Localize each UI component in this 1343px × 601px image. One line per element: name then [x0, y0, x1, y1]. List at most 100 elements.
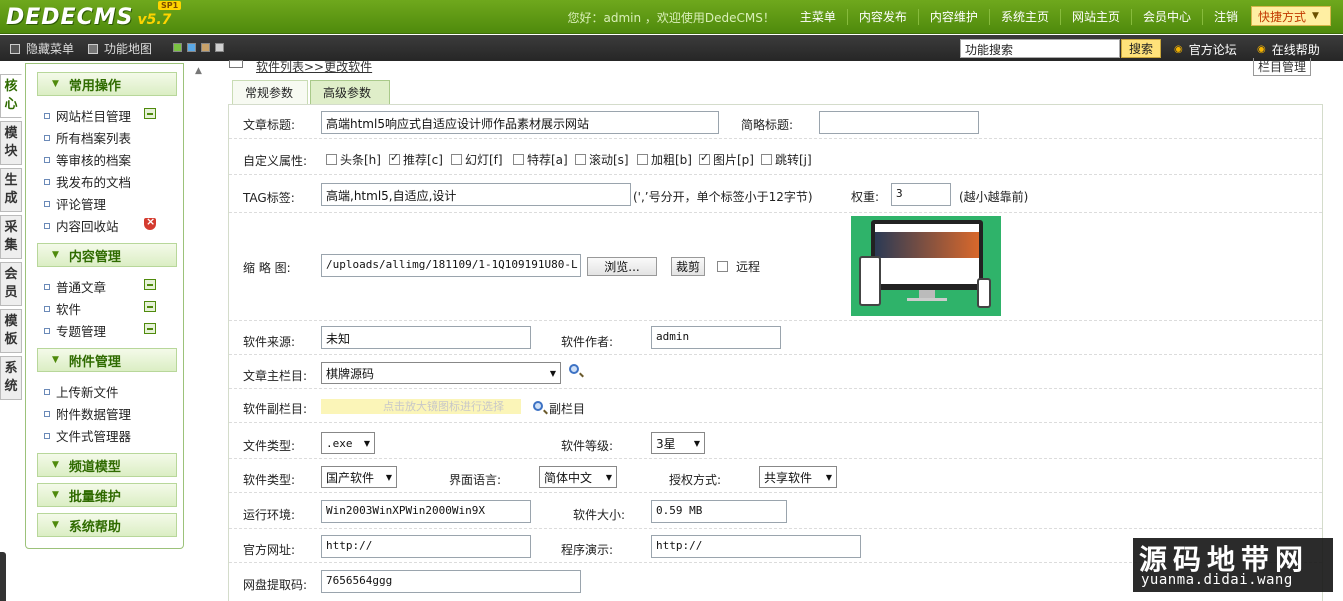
- clear-recycle-icon[interactable]: [144, 215, 156, 230]
- tab-advanced[interactable]: 高级参数: [310, 80, 390, 104]
- sidebar-item-topic[interactable]: 专题管理: [44, 321, 106, 340]
- theme-swatch-gray[interactable]: [215, 43, 224, 52]
- tab-core[interactable]: 核心: [0, 74, 22, 118]
- search-icon[interactable]: [569, 363, 579, 377]
- menu-group-content[interactable]: ▼ 内容管理: [37, 243, 177, 267]
- add-icon[interactable]: [144, 108, 156, 119]
- main-column-value: 棋牌源码: [326, 366, 375, 381]
- sidebar-item-comments[interactable]: 评论管理: [44, 194, 106, 213]
- website-input[interactable]: http://: [321, 535, 531, 558]
- sub-column-field[interactable]: 点击放大镜图标进行选择: [321, 399, 521, 414]
- thumbnail-preview-image: [851, 216, 1001, 316]
- thumb-path-input[interactable]: /uploads/allimg/181109/1-1Q109191U80-L.j…: [321, 254, 581, 277]
- attr-headline-checkbox[interactable]: 头条[h]: [326, 151, 381, 168]
- add-icon[interactable]: [144, 279, 156, 290]
- attr-jump-checkbox[interactable]: 跳转[j]: [761, 151, 812, 168]
- attr-recommend-checkbox[interactable]: 推荐[c]: [389, 151, 443, 168]
- row-title: 文章标题: 高端html5响应式自适应设计师作品素材展示网站 简略标题:: [229, 105, 1322, 139]
- sidebar-item-file-manager[interactable]: 文件式管理器: [44, 426, 131, 445]
- attr-label-text: 滚动[s]: [589, 153, 629, 167]
- search-icon[interactable]: [533, 400, 543, 414]
- sidebar-item-attach-data[interactable]: 附件数据管理: [44, 404, 131, 423]
- crop-button[interactable]: 裁剪: [671, 257, 705, 276]
- nav-system-home[interactable]: 系统主页: [988, 9, 1060, 25]
- level-select[interactable]: 3星 ▼: [651, 432, 705, 454]
- function-search-input[interactable]: 功能搜索: [960, 39, 1120, 58]
- short-title-input[interactable]: [819, 111, 979, 134]
- browse-button[interactable]: 浏览...: [587, 257, 657, 276]
- nav-content-publish[interactable]: 内容发布: [846, 9, 918, 25]
- theme-swatch-brown[interactable]: [201, 43, 210, 52]
- dedecms-logo[interactable]: DEDECMS v5.7 SP1: [6, 1, 182, 30]
- attr-special-checkbox[interactable]: 特荐[a]: [513, 151, 568, 168]
- menu-group-batch[interactable]: ▼ 批量维护: [37, 483, 177, 507]
- sidebar-item-all-archives[interactable]: 所有档案列表: [44, 128, 131, 147]
- sidebar-item-article[interactable]: 普通文章: [44, 277, 106, 296]
- checkbox-checked: [389, 151, 400, 165]
- site-map-button[interactable]: 功能地图: [88, 40, 152, 57]
- source-input[interactable]: 未知: [321, 326, 531, 349]
- file-type-value: .exe: [326, 436, 353, 450]
- attr-label-text: 特荐[a]: [527, 153, 568, 167]
- attr-scroll-checkbox[interactable]: 滚动[s]: [575, 151, 629, 168]
- file-type-select[interactable]: .exe ▼: [321, 432, 375, 454]
- remote-checkbox[interactable]: 远程: [717, 258, 760, 275]
- column-manage-link[interactable]: 栏目管理: [1253, 58, 1312, 76]
- nav-site-home[interactable]: 网站主页: [1059, 9, 1131, 25]
- license-select[interactable]: 共享软件 ▼: [759, 466, 837, 488]
- sidebar-item-pending[interactable]: 等审核的档案: [44, 150, 131, 169]
- pan-code-input[interactable]: 7656564ggg: [321, 570, 581, 593]
- menu-group-common[interactable]: ▼ 常用操作: [37, 72, 177, 96]
- theme-swatch-green[interactable]: [173, 43, 182, 52]
- hide-menu-button[interactable]: 隐藏菜单: [10, 40, 74, 57]
- lang-select[interactable]: 简体中文 ▼: [539, 466, 617, 488]
- bullet-icon: [44, 222, 50, 229]
- nav-main-menu[interactable]: 主菜单: [789, 9, 847, 25]
- tab-system[interactable]: 系统: [0, 356, 22, 400]
- tag-input[interactable]: 高端,html5,自适应,设计: [321, 183, 631, 206]
- sidebar-item-my-docs[interactable]: 我发布的文档: [44, 172, 131, 191]
- theme-swatch-blue[interactable]: [187, 43, 196, 52]
- tag-hint: (',’号分开，单个标签小于12字节): [633, 190, 813, 204]
- soft-type-label: 软件类型:: [243, 473, 296, 487]
- menu-group-channel-model[interactable]: ▼ 频道模型: [37, 453, 177, 477]
- sidebar-item-software[interactable]: 软件: [44, 299, 81, 318]
- breadcrumb[interactable]: 软件列表>>更改软件: [256, 58, 372, 75]
- sidebar-item-upload[interactable]: 上传新文件: [44, 382, 119, 401]
- weight-input[interactable]: 3: [891, 183, 951, 206]
- sidebar-item-recycle-bin[interactable]: 内容回收站: [44, 216, 119, 235]
- help-link-label: 在线帮助: [1271, 43, 1320, 57]
- nav-content-maintain[interactable]: 内容维护: [917, 9, 989, 25]
- demo-input[interactable]: http://: [651, 535, 861, 558]
- tab-collect[interactable]: 采集: [0, 215, 22, 259]
- tab-generate[interactable]: 生成: [0, 168, 22, 212]
- menu-group-attachment[interactable]: ▼ 附件管理: [37, 348, 177, 372]
- tab-template[interactable]: 模板: [0, 309, 22, 353]
- tab-module[interactable]: 模块: [0, 121, 22, 165]
- official-forum-link[interactable]: ◉ 官方论坛: [1174, 41, 1237, 58]
- env-input[interactable]: Win2003WinXPWin2000Win9X: [321, 500, 531, 523]
- main-column-select[interactable]: 棋牌源码 ▼: [321, 362, 561, 384]
- tab-general[interactable]: 常规参数: [232, 80, 308, 104]
- author-input[interactable]: admin: [651, 326, 781, 349]
- online-help-link[interactable]: ◉ 在线帮助: [1257, 41, 1320, 58]
- attr-slide-checkbox[interactable]: 幻灯[f]: [451, 151, 503, 168]
- scroll-up-icon[interactable]: ▲: [195, 66, 202, 76]
- add-icon[interactable]: [144, 323, 156, 334]
- sub-column-link[interactable]: 副栏目: [549, 400, 585, 417]
- list-icon: [229, 60, 243, 68]
- add-icon[interactable]: [144, 301, 156, 312]
- menu-group-help[interactable]: ▼ 系统帮助: [37, 513, 177, 537]
- sidebar-item-column-manage[interactable]: 网站栏目管理: [44, 106, 131, 125]
- tab-member[interactable]: 会员: [0, 262, 22, 306]
- nav-member-center[interactable]: 会员中心: [1130, 9, 1202, 25]
- bullet-icon: [44, 432, 50, 439]
- attr-bold-checkbox[interactable]: 加粗[b]: [637, 151, 692, 168]
- soft-type-select[interactable]: 国产软件 ▼: [321, 466, 397, 488]
- size-input[interactable]: 0.59 MB: [651, 500, 787, 523]
- nav-logout[interactable]: 注销: [1201, 9, 1249, 25]
- quick-menu-dropdown[interactable]: 快捷方式 ▼: [1251, 6, 1331, 26]
- title-input[interactable]: 高端html5响应式自适应设计师作品素材展示网站: [321, 111, 719, 134]
- search-button[interactable]: 搜索: [1121, 39, 1161, 58]
- attr-picture-checkbox[interactable]: 图片[p]: [699, 151, 754, 168]
